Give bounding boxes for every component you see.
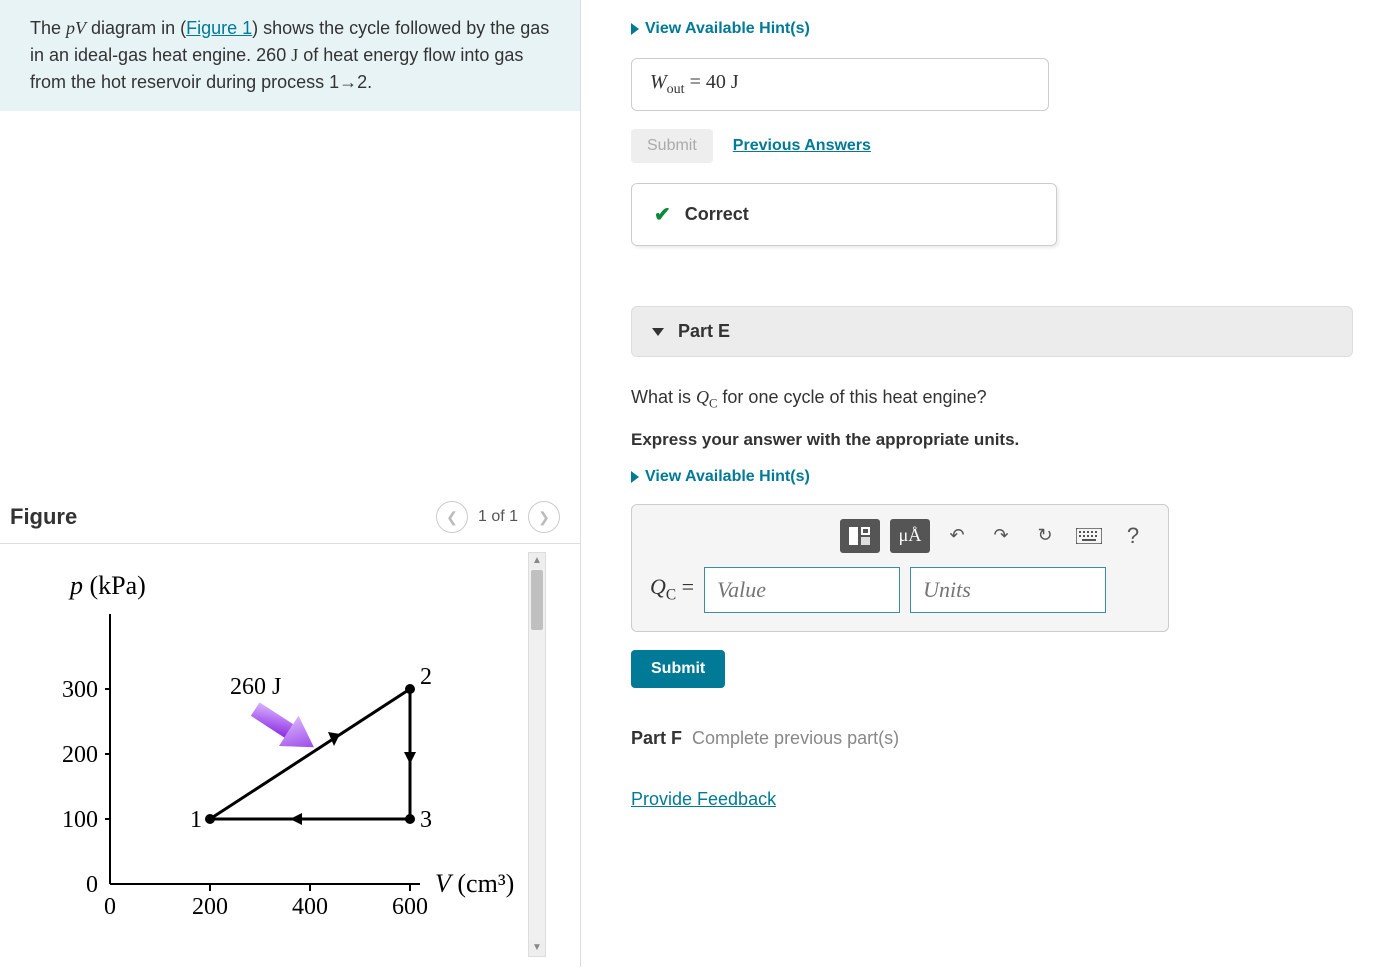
- lhs: QC =: [650, 574, 694, 604]
- sub-out: out: [667, 82, 685, 97]
- figure-link[interactable]: Figure 1: [186, 18, 252, 38]
- hints-label: View Available Hint(s): [645, 20, 810, 38]
- var-pv: pV: [66, 18, 86, 38]
- txt: What is: [631, 387, 696, 407]
- part-f-label: Part F: [631, 728, 682, 748]
- txt: The: [30, 18, 66, 38]
- prompt-text: The pV diagram in (Figure 1) shows the c…: [30, 18, 549, 92]
- special-chars-icon[interactable]: μÅ: [890, 519, 930, 553]
- svg-text:2: 2: [420, 664, 432, 690]
- caret-right-icon: [631, 471, 639, 483]
- problem-prompt: The pV diagram in (Figure 1) shows the c…: [0, 0, 580, 111]
- figure-counter: 1 of 1: [478, 508, 518, 526]
- svg-text:400: 400: [292, 894, 328, 920]
- value-input[interactable]: [704, 567, 900, 613]
- correct-feedback: ✔ Correct: [631, 183, 1057, 246]
- part-f-status: Complete previous part(s): [692, 728, 899, 748]
- scroll-up-icon[interactable]: ▲: [529, 553, 545, 569]
- figure-body: p (kPa) 0 100 200 300 0 200 400: [0, 544, 580, 974]
- provide-feedback-link[interactable]: Provide Feedback: [631, 789, 776, 810]
- part-e-instruction: Express your answer with the appropriate…: [631, 430, 1360, 450]
- answer-display: Wout = 40 J: [631, 58, 1049, 111]
- figure-nav: ❮ 1 of 1 ❯: [436, 501, 560, 533]
- caret-down-icon: [652, 328, 664, 336]
- reset-icon[interactable]: ↻: [1028, 521, 1062, 551]
- figure-scrollbar[interactable]: ▲ ▼: [528, 552, 546, 957]
- part-e-question: What is QC for one cycle of this heat en…: [631, 387, 1360, 412]
- previous-answers-link[interactable]: Previous Answers: [733, 137, 871, 155]
- svg-text:600: 600: [392, 894, 428, 920]
- keyboard-icon[interactable]: [1072, 521, 1106, 551]
- checkmark-icon: ✔: [654, 202, 671, 227]
- part-e-title: Part E: [678, 321, 730, 342]
- left-column: The pV diagram in (Figure 1) shows the c…: [0, 0, 581, 967]
- var-q: Q: [696, 387, 709, 407]
- eq: =: [685, 71, 706, 93]
- scroll-down-icon[interactable]: ▼: [529, 940, 545, 956]
- svg-text:0: 0: [86, 872, 98, 898]
- templates-icon[interactable]: [840, 519, 880, 553]
- equation-toolbar: μÅ ↶ ↷ ↻ ?: [650, 519, 1150, 553]
- hints-label: View Available Hint(s): [645, 468, 810, 486]
- figure-header: Figure ❮ 1 of 1 ❯: [0, 491, 580, 544]
- svg-text:1: 1: [190, 807, 202, 833]
- figure-title: Figure: [10, 504, 77, 530]
- help-icon[interactable]: ?: [1116, 521, 1150, 551]
- svg-text:3: 3: [420, 807, 432, 833]
- svg-text:300: 300: [62, 677, 98, 703]
- pv-diagram: p (kPa) 0 100 200 300 0 200 400: [40, 564, 520, 944]
- submit-button[interactable]: Submit: [631, 650, 725, 688]
- correct-label: Correct: [685, 204, 749, 225]
- caret-right-icon: [631, 23, 639, 35]
- part-e-header[interactable]: Part E: [631, 306, 1353, 357]
- part-f-header: Part F Complete previous part(s): [631, 728, 1360, 749]
- txt: for one cycle of this heat engine?: [717, 387, 986, 407]
- var-w: W: [650, 71, 667, 93]
- svg-text:V (cm³): V (cm³): [435, 869, 514, 898]
- hints-toggle-d[interactable]: View Available Hint(s): [631, 20, 1360, 38]
- svg-text:100: 100: [62, 807, 98, 833]
- answer-value: 40 J: [706, 71, 739, 93]
- hints-toggle-e[interactable]: View Available Hint(s): [631, 468, 1360, 486]
- txt: diagram in (: [86, 18, 186, 38]
- undo-icon[interactable]: ↶: [940, 521, 974, 551]
- svg-text:p (kPa): p (kPa): [68, 571, 146, 600]
- input-row: QC =: [650, 567, 1150, 613]
- scroll-thumb[interactable]: [531, 570, 543, 630]
- svg-text:260 J: 260 J: [230, 674, 281, 700]
- redo-icon[interactable]: ↷: [984, 521, 1018, 551]
- answer-input-area: μÅ ↶ ↷ ↻ ? QC =: [631, 504, 1169, 632]
- svg-text:200: 200: [192, 894, 228, 920]
- units-input[interactable]: [910, 567, 1106, 613]
- svg-text:0: 0: [104, 894, 116, 920]
- figure-prev-button[interactable]: ❮: [436, 501, 468, 533]
- svg-text:200: 200: [62, 742, 98, 768]
- figure-next-button[interactable]: ❯: [528, 501, 560, 533]
- right-column: View Available Hint(s) Wout = 40 J Submi…: [581, 0, 1390, 967]
- submit-button-disabled: Submit: [631, 129, 713, 163]
- submit-row-d: Submit Previous Answers: [631, 129, 1360, 163]
